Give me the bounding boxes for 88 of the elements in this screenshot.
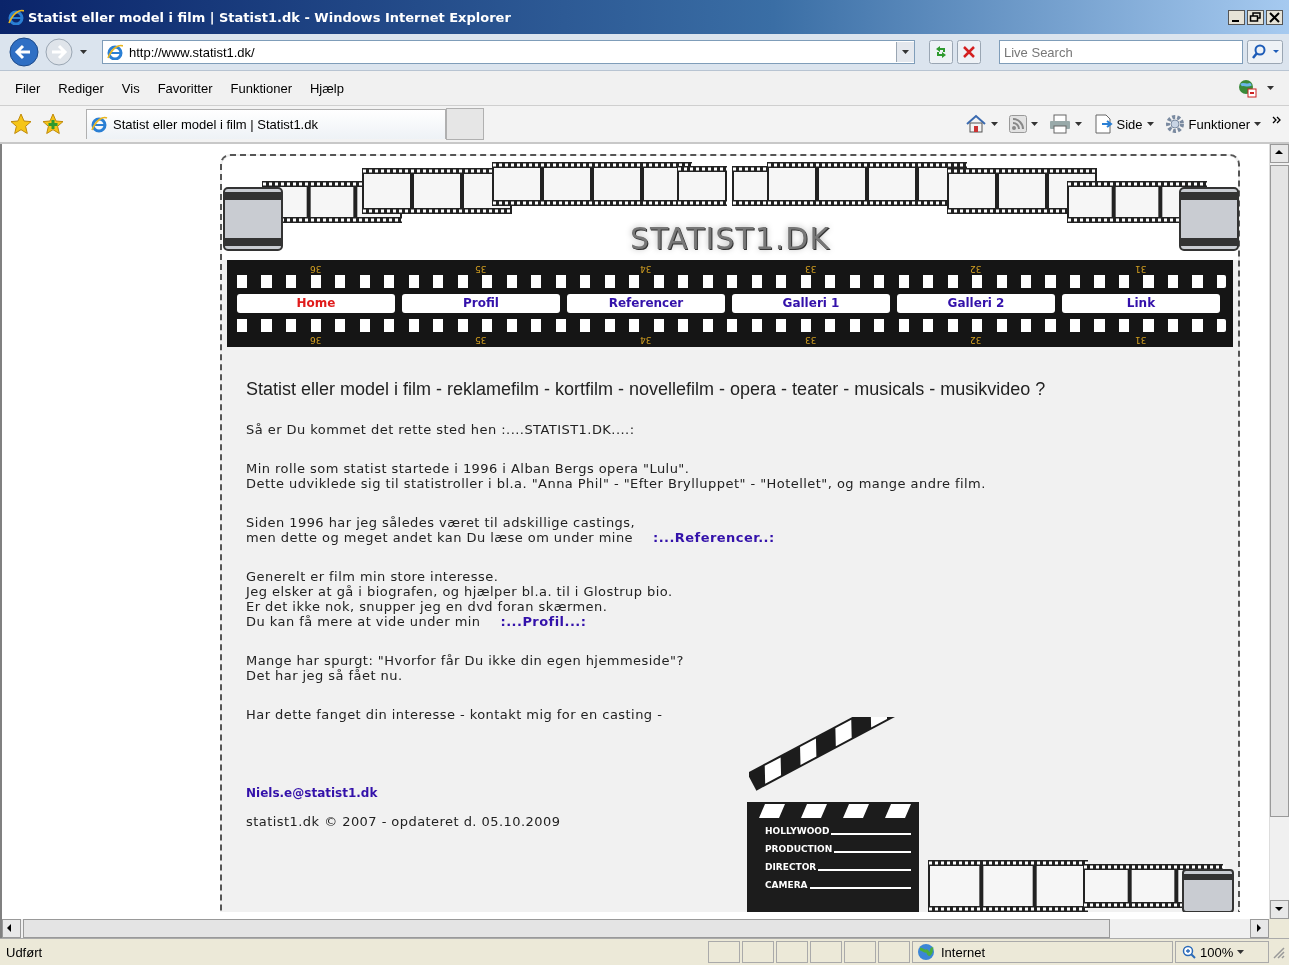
paragraph: Har dette fanget din interesse - kontakt mig for en casting - <box>246 707 664 722</box>
clapperboard-label: CAMERA <box>765 879 808 892</box>
stop-button[interactable] <box>957 40 981 64</box>
back-button[interactable] <box>8 36 40 68</box>
nav-link[interactable]: Galleri 1 <box>732 294 890 313</box>
clapperboard-label: DIRECTOR <box>765 861 817 874</box>
paragraph: Generelt er film min store interesse. Jeg elsker at gå i biografen, og hjælper bl.a. til i Glostrup bio. Er det ikke nok, snupper jeg en dvd foran skærmen. Du kan få mere at vide under min :...Profil...: <box>246 569 674 629</box>
frame-number: 35 <box>475 264 487 274</box>
page-icon <box>107 44 123 60</box>
paragraph: Mange har spurgt: "Hvorfor får Du ikke din egen hjemmeside"? Det har jeg så fået nu. <box>246 653 685 683</box>
dropdown-button[interactable] <box>896 42 914 62</box>
globe-icon <box>917 943 935 961</box>
caret-icon[interactable] <box>1254 121 1262 127</box>
frame-number: 33 <box>805 264 817 274</box>
menu-item[interactable]: Hjælp <box>300 80 353 96</box>
paragraph: Min rolle som statist startede i 1996 i Alban Bergs opera "Lulu". Dette udviklede sig til statistroller i bl.a. "Anna Phil" - "Efter Brylluppet" - "Hotellet", og mange andre film. <box>246 461 987 491</box>
frame-number: 34 <box>640 264 652 274</box>
add-favorite-icon[interactable] <box>42 113 64 135</box>
restore-button[interactable] <box>1247 9 1264 25</box>
link[interactable]: :...Referencer..: <box>653 530 775 545</box>
caret-icon[interactable] <box>1267 85 1275 91</box>
frame-number: 33 <box>805 335 817 345</box>
frame-number: 34 <box>640 335 652 345</box>
menu-item[interactable]: Favoritter <box>148 80 222 96</box>
frame-number: 32 <box>970 335 982 345</box>
menu-item[interactable]: Filer <box>6 80 50 96</box>
browser-tab[interactable]: Statist eller model i film | Statist1.dk <box>86 109 446 139</box>
caret-icon[interactable] <box>1074 121 1083 127</box>
site-logo: STATIST1.DK <box>629 221 831 256</box>
menu-item[interactable]: Funktioner <box>221 80 301 96</box>
globe-icon[interactable] <box>1237 78 1257 98</box>
menu-item[interactable]: Vis <box>112 80 149 96</box>
frame-number: 31 <box>1135 335 1147 345</box>
browser-logo-icon <box>8 9 24 25</box>
resize-grip-icon[interactable] <box>1271 945 1285 959</box>
paragraph: Så er Du kommet det rette sted hen :....STATIST1.DK....: <box>246 422 636 437</box>
toolbar-item[interactable]: Side <box>1116 116 1143 132</box>
security-zone[interactable]: Internet <box>912 941 1173 963</box>
scroll-up-button[interactable] <box>1270 144 1289 163</box>
star-icon[interactable] <box>10 113 32 135</box>
nav-link[interactable]: Profil <box>402 294 560 313</box>
scroll-thumb[interactable] <box>23 919 1110 938</box>
nav-link[interactable]: Home <box>237 294 395 313</box>
close-button[interactable] <box>1266 9 1283 25</box>
horizontal-scrollbar[interactable] <box>0 919 1289 938</box>
zoom-icon <box>1182 945 1196 959</box>
page-heading: Statist eller model i film - reklamefilm - kortfilm - novellefilm - opera - teater - musicals - musikvideo ? <box>246 379 1047 400</box>
refresh-button[interactable] <box>929 40 953 64</box>
status-text: Udført <box>6 944 44 960</box>
clapperboard-label: HOLLYWOOD <box>765 825 830 838</box>
frame-number: 36 <box>310 264 322 274</box>
search-button[interactable] <box>1247 40 1283 64</box>
menu-item[interactable]: Rediger <box>49 80 113 96</box>
frame-number: 31 <box>1135 264 1147 274</box>
gear-icon[interactable] <box>1164 114 1185 134</box>
page-icon <box>91 115 109 134</box>
search-field[interactable]: Live Search <box>999 40 1243 64</box>
nav-link[interactable]: Referencer <box>567 294 725 313</box>
caret-icon <box>901 49 910 55</box>
window-title: Statist eller model i film | Statist1.dk - Windows Internet Explorer <box>28 9 512 25</box>
zoom-control[interactable]: 100% <box>1175 941 1269 963</box>
caret-icon[interactable] <box>990 121 999 127</box>
email-link[interactable]: Niels.e@statist1.dk <box>246 786 378 800</box>
caret-icon[interactable] <box>80 49 88 55</box>
chevron-icon[interactable] <box>1272 116 1281 124</box>
footer-text: statist1.dk © 2007 - opdateret d. 05.10.2009 <box>246 814 562 829</box>
scroll-right-button[interactable] <box>1250 919 1269 938</box>
vertical-scrollbar[interactable] <box>1269 144 1289 919</box>
scroll-left-button[interactable] <box>2 919 21 938</box>
nav-link[interactable]: Galleri 2 <box>897 294 1055 313</box>
link[interactable]: :...Profil...: <box>500 614 587 629</box>
caret-icon[interactable] <box>1146 121 1155 127</box>
caret-icon <box>1237 949 1246 955</box>
frame-number: 35 <box>475 335 487 345</box>
home-icon[interactable] <box>964 114 987 134</box>
clapperboard-label: PRODUCTION <box>765 843 833 856</box>
frame-number: 36 <box>310 335 322 345</box>
printer-icon[interactable] <box>1048 114 1071 134</box>
page-icon[interactable] <box>1092 114 1113 134</box>
frame-number: 32 <box>970 264 982 274</box>
scroll-down-button[interactable] <box>1270 900 1289 919</box>
toolbar-item[interactable]: Funktioner <box>1188 116 1250 132</box>
minimize-button[interactable] <box>1228 9 1245 25</box>
paragraph: Siden 1996 har jeg således været til adskillige castings, men dette og meget andet kan Du læse om under mine :...Referencer..: <box>246 515 776 545</box>
caret-icon[interactable] <box>1030 121 1039 127</box>
nav-link[interactable]: Link <box>1062 294 1220 313</box>
scroll-thumb[interactable] <box>1270 165 1289 817</box>
address-field[interactable]: http://www.statist1.dk/ <box>102 40 915 64</box>
